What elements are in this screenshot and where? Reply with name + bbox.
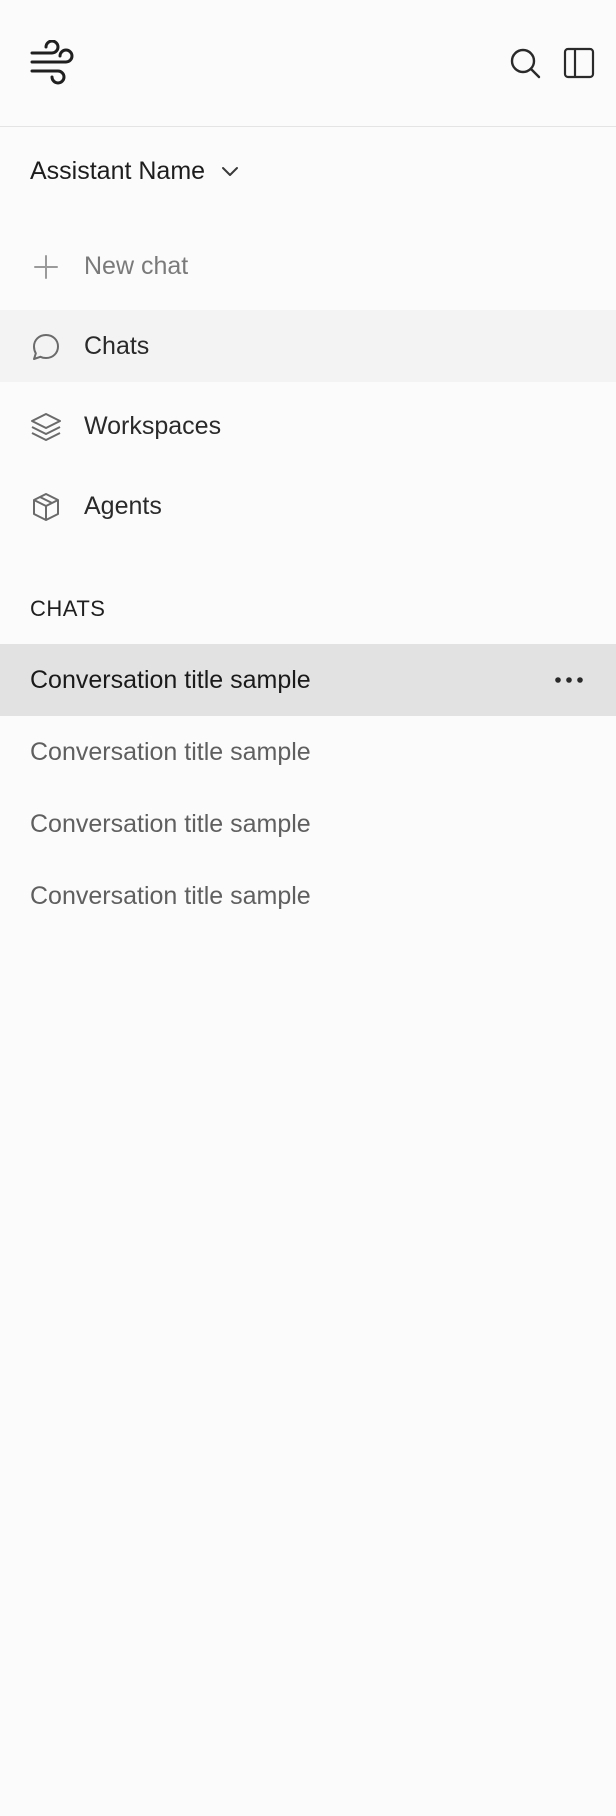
- assistant-selector[interactable]: Assistant Name: [30, 150, 241, 192]
- new-chat-button[interactable]: New chat: [0, 230, 616, 302]
- nav-item-label: Agents: [84, 491, 162, 520]
- nav-item-workspaces[interactable]: Workspaces: [0, 390, 616, 462]
- chat-list-item[interactable]: Conversation title sample: [0, 788, 616, 860]
- chat-list-item[interactable]: Conversation title sample: [0, 644, 616, 716]
- chevron-down-icon: [222, 167, 239, 176]
- chat-title: Conversation title sample: [30, 738, 311, 766]
- chat-list-item[interactable]: Conversation title sample: [0, 716, 616, 788]
- nav-item-agents[interactable]: Agents: [0, 470, 616, 542]
- box-icon: [33, 493, 59, 521]
- chat-title: Conversation title sample: [30, 882, 311, 910]
- new-chat-label: New chat: [84, 251, 189, 280]
- search-icon[interactable]: [508, 46, 542, 80]
- assistant-name: Assistant Name: [30, 156, 206, 185]
- layers-icon: [31, 413, 61, 441]
- nav-item-label: Workspaces: [84, 411, 222, 440]
- chat-bubble-icon: [33, 334, 59, 360]
- wind-icon: [30, 40, 74, 85]
- plus-icon: [34, 255, 58, 279]
- nav-item-chats[interactable]: Chats: [0, 310, 616, 382]
- chats-section-heading: CHATS: [30, 596, 106, 621]
- sidebar-panel-icon[interactable]: [562, 46, 596, 80]
- more-horizontal-icon[interactable]: [552, 666, 586, 694]
- chat-title: Conversation title sample: [30, 666, 311, 694]
- nav-item-label: Chats: [84, 331, 150, 360]
- top-bar: [0, 0, 616, 127]
- chat-list-item[interactable]: Conversation title sample: [0, 860, 616, 932]
- chat-title: Conversation title sample: [30, 810, 311, 838]
